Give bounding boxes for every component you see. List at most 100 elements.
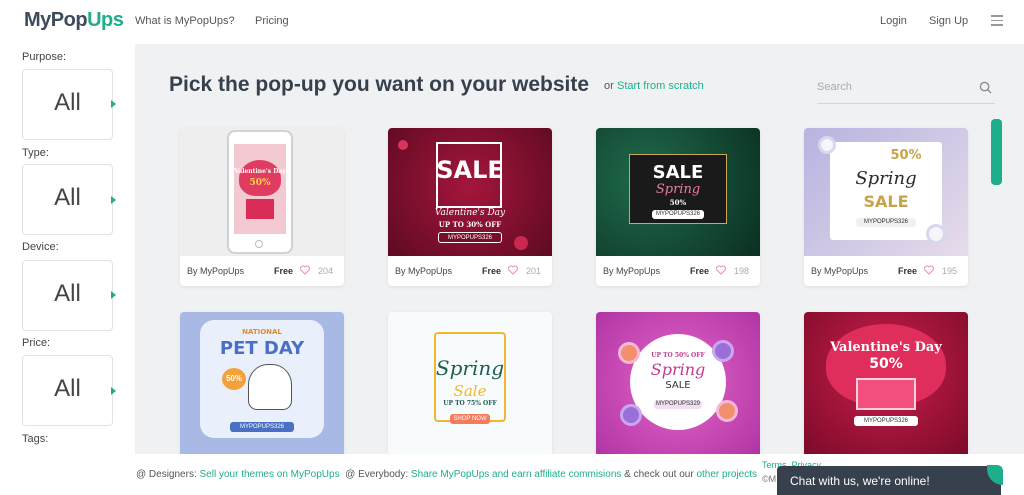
card-meta: By MyPopUps Free 201 <box>388 256 552 286</box>
other-projects-link[interactable]: other projects <box>696 469 757 480</box>
search-box <box>817 76 995 104</box>
filter-label-device: Device: <box>22 241 59 253</box>
flower <box>712 340 734 362</box>
login-link[interactable]: Login <box>880 15 907 27</box>
thumb-line2: Spring <box>655 182 701 197</box>
discount-code: MYPOPUPS326 <box>854 416 918 426</box>
menu-icon[interactable] <box>991 15 1003 27</box>
template-thumbnail: Valentine's Day 50% MYPOPUPS326 <box>804 312 968 454</box>
thumb-line2: Spring <box>650 360 706 379</box>
chevron-right-icon[interactable] <box>111 100 116 108</box>
thumb-line2: Spring <box>855 168 917 189</box>
flower <box>618 342 640 364</box>
filter-device[interactable]: All <box>22 260 113 331</box>
petal <box>514 236 528 250</box>
chevron-right-icon[interactable] <box>111 291 116 299</box>
filter-value: All <box>54 184 81 211</box>
template-thumbnail: SALE Spring 50% MYPOPUPS326 <box>596 128 760 256</box>
or-text: or <box>604 80 614 92</box>
thumb-line1: SALE <box>436 156 504 184</box>
thumb-line1: Valentine's Day <box>234 168 286 175</box>
card-likes: 204 <box>318 266 334 276</box>
card-likes: 198 <box>734 266 750 276</box>
thumb-line2: Valentine's Day <box>434 208 506 218</box>
designers-prefix: @ Designers: <box>136 469 197 480</box>
filter-value: All <box>54 375 81 402</box>
thumb-line3: SALE <box>863 192 909 211</box>
thumb-line3: UP TO 30% OFF <box>438 220 502 229</box>
heart-icon[interactable] <box>716 265 726 275</box>
filter-value: All <box>54 280 81 307</box>
flower <box>818 136 836 154</box>
discount-code: MYPOPUPS329 <box>654 400 702 409</box>
filter-label-price: Price: <box>22 337 51 349</box>
template-card[interactable]: Valentine's Day 50% By MyPopUps Free 204 <box>180 128 344 286</box>
card-author: By MyPopUps <box>603 266 661 276</box>
sell-themes-link[interactable]: Sell your themes on MyPopUps <box>200 469 340 480</box>
heart-icon[interactable] <box>924 265 934 275</box>
filter-price[interactable]: All <box>22 355 113 426</box>
template-thumbnail: UP TO 50% OFF Spring SALE MYPOPUPS329 <box>596 312 760 454</box>
filter-label-purpose: Purpose: <box>22 51 67 63</box>
discount-code: MYPOPUPS326 <box>652 210 704 219</box>
top-nav: MyPopUps What is MyPopUps? Pricing Login… <box>0 0 1024 44</box>
signup-link[interactable]: Sign Up <box>929 15 968 27</box>
card-meta: By MyPopUps Free 198 <box>596 256 760 286</box>
thumb-line1: SALE <box>652 162 704 183</box>
chat-widget[interactable]: Chat with us, we're online! <box>777 465 1003 495</box>
discount-badge: 50% <box>222 368 246 390</box>
template-card[interactable]: Spring Sale UP TO 75% OFF SHOP NOW <box>388 312 552 454</box>
filter-sidebar: Purpose: All Type: All Device: All Price… <box>0 44 134 454</box>
gift-box <box>856 378 916 410</box>
thumb-line2: PET DAY <box>219 338 305 359</box>
card-likes: 201 <box>526 266 542 276</box>
heart-icon[interactable] <box>300 265 310 275</box>
card-author: By MyPopUps <box>187 266 245 276</box>
heart-icon[interactable] <box>508 265 518 275</box>
template-card[interactable]: SALE Valentine's Day UP TO 30% OFF MYPOP… <box>388 128 552 286</box>
thumb-line3: 50% <box>669 198 687 207</box>
filter-purpose[interactable]: All <box>22 69 113 140</box>
search-icon[interactable] <box>979 81 992 94</box>
main-content: Pick the pop-up you want on your website… <box>135 44 1024 454</box>
phone-screen: Valentine's Day 50% <box>234 144 286 234</box>
chat-indicator-icon <box>987 465 1003 485</box>
card-price: Free <box>898 266 918 276</box>
affiliate-link[interactable]: Share MyPopUps and earn affiliate commis… <box>411 469 621 480</box>
card-meta: By MyPopUps Free 195 <box>804 256 968 286</box>
template-card[interactable]: Valentine's Day 50% MYPOPUPS326 <box>804 312 968 454</box>
template-card[interactable]: UP TO 50% OFF Spring SALE MYPOPUPS329 <box>596 312 760 454</box>
start-from-scratch-link[interactable]: Start from scratch <box>617 80 704 92</box>
shop-now-button: SHOP NOW <box>450 414 490 424</box>
card-meta: By MyPopUps Free 204 <box>180 256 344 286</box>
search-input[interactable] <box>817 81 967 93</box>
thumb-line1: NATIONAL <box>242 328 282 336</box>
nav-link-what-is[interactable]: What is MyPopUps? <box>135 15 235 27</box>
thumb-line3: SALE <box>665 380 691 391</box>
thumb-line2: Sale <box>453 382 487 400</box>
nav-link-pricing[interactable]: Pricing <box>255 15 289 27</box>
filter-type[interactable]: All <box>22 164 113 235</box>
dog-illustration <box>248 364 292 410</box>
logo-accent: Ups <box>87 9 124 31</box>
phone-home-button <box>255 240 263 248</box>
discount-code: MYPOPUPS326 <box>230 422 294 432</box>
thumb-line1: Spring <box>435 356 505 380</box>
thumb-line3: UP TO 75% OFF <box>443 400 497 407</box>
everybody-prefix: @ Everybody: <box>345 469 409 480</box>
chevron-right-icon[interactable] <box>111 196 116 204</box>
template-thumbnail: SALE Valentine's Day UP TO 30% OFF MYPOP… <box>388 128 552 256</box>
template-card[interactable]: 50% Spring SALE MYPOPUPS326 By MyPopUps … <box>804 128 968 286</box>
flower <box>926 224 946 244</box>
chevron-right-icon[interactable] <box>111 387 116 395</box>
scrollbar[interactable] <box>991 119 1002 185</box>
template-card[interactable]: NATIONAL PET DAY 50% MYPOPUPS326 <box>180 312 344 454</box>
logo-main: MyPop <box>24 9 88 31</box>
template-thumbnail: Spring Sale UP TO 75% OFF SHOP NOW <box>388 312 552 454</box>
page-title: Pick the pop-up you want on your website <box>169 73 590 96</box>
thumb-line1: 50% <box>890 148 922 163</box>
template-card[interactable]: SALE Spring 50% MYPOPUPS326 By MyPopUps … <box>596 128 760 286</box>
card-price: Free <box>690 266 710 276</box>
template-thumbnail: NATIONAL PET DAY 50% MYPOPUPS326 <box>180 312 344 454</box>
logo[interactable]: MyPopUps <box>24 9 124 32</box>
